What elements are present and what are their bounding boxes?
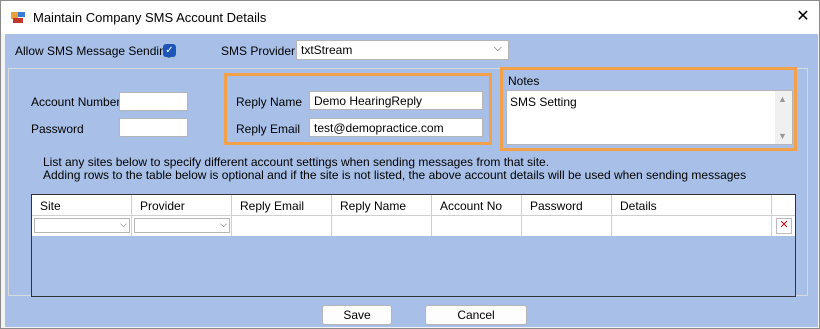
password-cell[interactable] bbox=[522, 216, 612, 236]
sms-provider-label: SMS Provider bbox=[221, 44, 296, 58]
notes-label: Notes bbox=[508, 74, 540, 88]
password-label: Password bbox=[31, 122, 84, 136]
site-cell[interactable]: ⌵ bbox=[32, 216, 132, 236]
reply-email-field[interactable]: test@demopractice.com bbox=[309, 118, 483, 137]
notes-value: SMS Setting bbox=[510, 95, 577, 109]
column-details: Details bbox=[612, 195, 772, 215]
window-title: Maintain Company SMS Account Details bbox=[33, 10, 267, 25]
scroll-up-icon[interactable]: ▲ bbox=[778, 94, 787, 104]
app-icon bbox=[11, 12, 25, 23]
column-reply-email: Reply Email bbox=[232, 195, 332, 215]
column-reply-name: Reply Name bbox=[332, 195, 432, 215]
reply-email-label: Reply Email bbox=[236, 122, 301, 136]
allow-sms-label: Allow SMS Message Sending bbox=[15, 44, 173, 58]
site-select[interactable]: ⌵ bbox=[34, 218, 130, 233]
chevron-down-icon: ⌵ bbox=[220, 219, 227, 229]
account-number-field[interactable] bbox=[119, 92, 188, 111]
dialog-window: Maintain Company SMS Account Details ✕ A… bbox=[0, 0, 820, 329]
account-no-cell[interactable] bbox=[432, 216, 522, 236]
notes-textarea[interactable]: SMS Setting ▲ ▼ bbox=[506, 90, 793, 145]
allow-sms-checkbox[interactable]: ✓ bbox=[163, 44, 176, 57]
sites-table: Site Provider Reply Email Reply Name Acc… bbox=[31, 194, 796, 297]
table-row[interactable]: ⌵ ⌵ ✕ bbox=[32, 216, 795, 236]
client-area: Allow SMS Message Sending ✓ SMS Provider… bbox=[5, 34, 818, 327]
notes-scrollbar[interactable]: ▲ ▼ bbox=[775, 91, 792, 144]
column-provider: Provider bbox=[132, 195, 232, 215]
reply-name-label: Reply Name bbox=[236, 95, 303, 109]
account-number-label: Account Number bbox=[31, 95, 121, 109]
sms-provider-value: txtStream bbox=[301, 43, 353, 57]
chevron-down-icon: ⌵ bbox=[120, 219, 127, 229]
info-line-2: Adding rows to the table below is option… bbox=[43, 168, 747, 182]
reply-email-cell[interactable] bbox=[232, 216, 332, 236]
delete-row-icon[interactable]: ✕ bbox=[776, 218, 792, 234]
column-password: Password bbox=[522, 195, 612, 215]
scroll-down-icon[interactable]: ▼ bbox=[778, 131, 787, 141]
column-site: Site bbox=[32, 195, 132, 215]
password-field[interactable] bbox=[119, 118, 188, 137]
details-cell[interactable] bbox=[612, 216, 772, 236]
title-bar: Maintain Company SMS Account Details ✕ bbox=[1, 1, 819, 34]
info-line-1: List any sites below to specify differen… bbox=[43, 155, 550, 169]
table-header: Site Provider Reply Email Reply Name Acc… bbox=[32, 195, 795, 216]
provider-select[interactable]: ⌵ bbox=[134, 218, 230, 233]
provider-cell[interactable]: ⌵ bbox=[132, 216, 232, 236]
cancel-button[interactable]: Cancel bbox=[425, 305, 527, 325]
reply-name-field[interactable]: Demo HearingReply bbox=[309, 91, 483, 110]
sms-provider-select[interactable]: txtStream ⌵ bbox=[296, 40, 509, 60]
close-icon[interactable]: ✕ bbox=[791, 6, 815, 28]
save-button[interactable]: Save bbox=[322, 305, 392, 325]
column-account-no: Account No bbox=[432, 195, 522, 215]
reply-name-cell[interactable] bbox=[332, 216, 432, 236]
chevron-down-icon: ⌵ bbox=[493, 42, 502, 54]
